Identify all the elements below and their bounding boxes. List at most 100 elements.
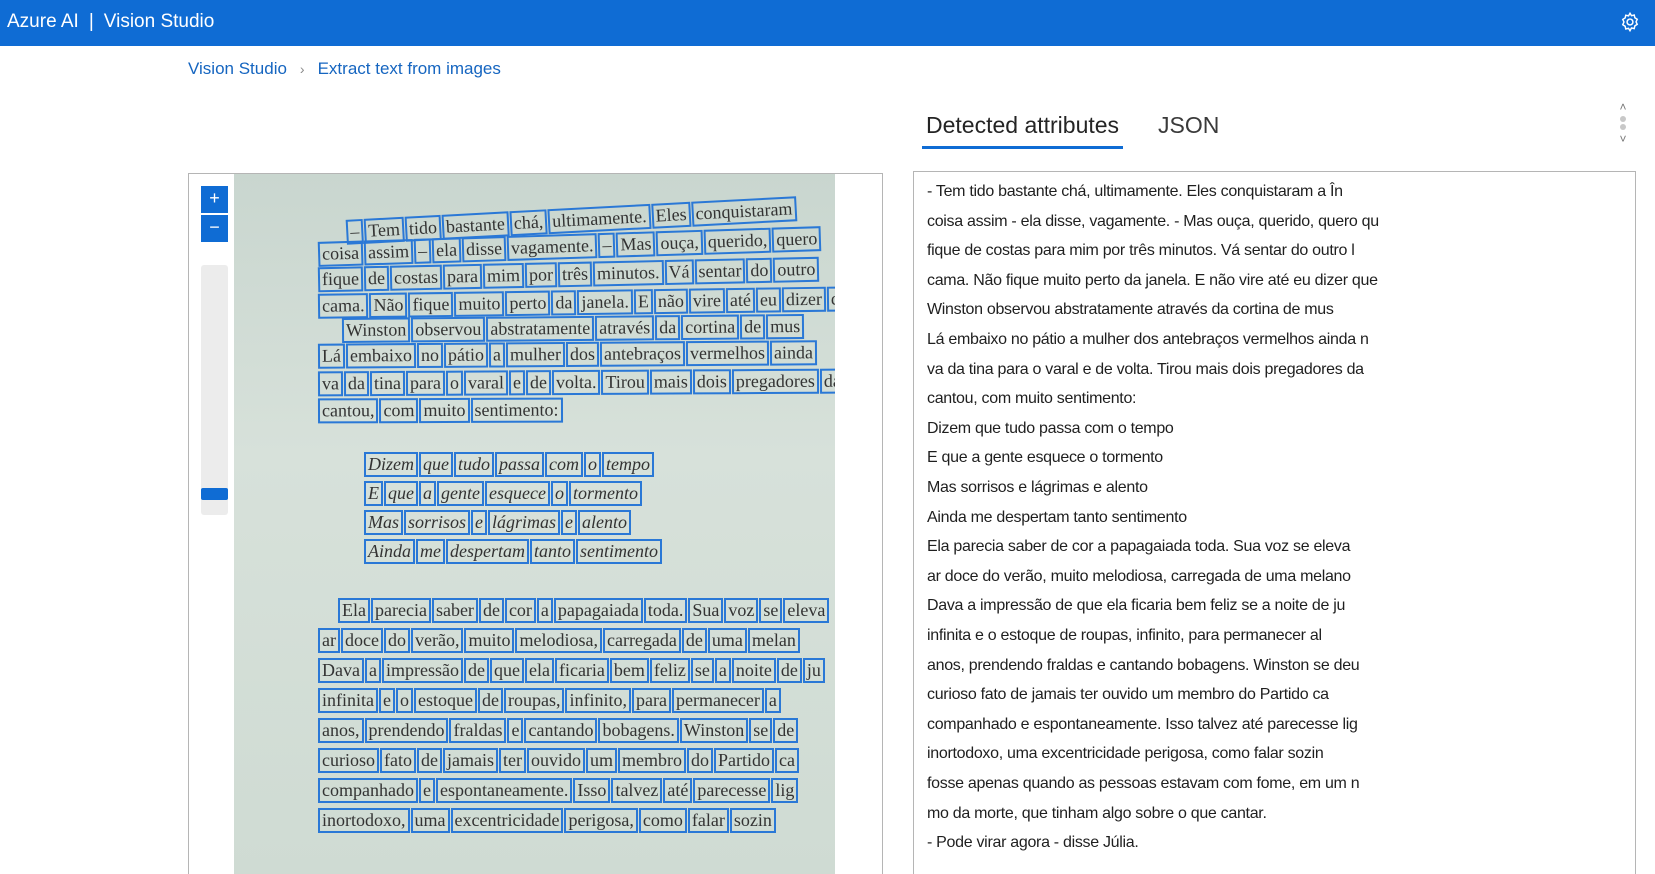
ocr-word-box[interactable]: se xyxy=(690,658,714,683)
ocr-word-box[interactable]: dois xyxy=(692,369,731,395)
ocr-word-box[interactable]: Mas xyxy=(616,231,656,258)
ocr-word-box[interactable]: saber xyxy=(431,598,478,623)
ocr-word-box[interactable]: que xyxy=(826,286,835,312)
ocr-word-box[interactable]: querido, xyxy=(703,227,772,255)
chevron-down-icon[interactable]: ˅ xyxy=(1619,132,1626,146)
ocr-word-box[interactable]: falar xyxy=(687,808,729,833)
ocr-word-box[interactable]: que xyxy=(384,481,418,506)
ocr-word-box[interactable]: Isso xyxy=(573,778,611,803)
ocr-word-box[interactable]: voz xyxy=(724,598,759,623)
ocr-word-box[interactable]: volta. xyxy=(551,369,601,396)
ocr-word-box[interactable]: alento xyxy=(578,510,632,535)
ocr-word-box[interactable]: vire xyxy=(688,288,726,314)
ocr-word-box[interactable]: um xyxy=(585,748,617,773)
ocr-word-box[interactable]: dizer xyxy=(781,286,827,313)
ocr-word-box[interactable]: janela. xyxy=(577,289,634,316)
ocr-word-box[interactable]: que xyxy=(419,452,453,477)
zoom-slider-thumb[interactable] xyxy=(201,488,228,500)
ocr-word-box[interactable]: com xyxy=(545,452,584,477)
ocr-word-box[interactable]: talvez xyxy=(611,778,663,803)
ocr-word-box[interactable]: observou xyxy=(411,316,486,343)
ocr-word-box[interactable]: fique xyxy=(317,266,364,293)
ocr-word-box[interactable]: ter xyxy=(498,748,526,773)
ocr-word-box[interactable]: – xyxy=(598,232,616,259)
ocr-word-box[interactable]: tanto xyxy=(530,539,576,564)
ocr-word-box[interactable]: fique xyxy=(408,291,454,318)
ocr-word-box[interactable]: uma xyxy=(707,628,747,653)
ocr-word-box[interactable]: lig xyxy=(771,778,799,803)
ocr-word-box[interactable]: disse xyxy=(461,236,507,263)
ocr-word-box[interactable]: para xyxy=(405,370,446,396)
ocr-word-box[interactable]: da xyxy=(819,368,835,394)
ocr-word-box[interactable]: permanecer xyxy=(671,688,764,713)
ocr-word-box[interactable]: tina xyxy=(369,370,406,397)
ocr-word-box[interactable]: do xyxy=(746,257,773,284)
ocr-word-box[interactable]: bem xyxy=(609,658,649,683)
ocr-word-box[interactable]: antebraços xyxy=(599,341,686,367)
ocr-word-box[interactable]: chá, xyxy=(509,209,548,237)
ocr-word-box[interactable]: embaixo xyxy=(345,343,417,369)
ocr-word-box[interactable]: lágrimas xyxy=(488,510,561,535)
ocr-word-box[interactable]: dos xyxy=(565,341,600,368)
page-scroll-control[interactable]: ˄ ˅ xyxy=(1616,100,1630,160)
ocr-word-box[interactable]: me xyxy=(416,539,445,564)
ocr-word-box[interactable]: fraldas xyxy=(449,718,507,743)
ocr-word-box[interactable]: de xyxy=(416,748,442,773)
ocr-word-box[interactable]: varal xyxy=(463,370,509,396)
ocr-word-box[interactable]: Mas xyxy=(364,510,403,535)
ocr-word-box[interactable]: muito xyxy=(454,291,505,317)
ocr-word-box[interactable]: ju xyxy=(802,658,825,683)
ocr-word-box[interactable]: e xyxy=(508,370,526,396)
ocr-word-box[interactable]: ela xyxy=(524,658,554,683)
ocr-word-box[interactable]: Partido xyxy=(714,748,774,773)
ocr-word-box[interactable]: de xyxy=(463,658,489,683)
ocr-word-box[interactable]: doce xyxy=(340,628,383,653)
ocr-word-box[interactable]: assim xyxy=(363,238,414,266)
ocr-word-box[interactable]: papagaiada xyxy=(553,598,643,623)
ocr-word-box[interactable]: a xyxy=(419,481,436,506)
ocr-word-box[interactable]: feliz xyxy=(649,658,690,683)
ocr-word-box[interactable]: vermelhos xyxy=(685,340,770,367)
ocr-word-box[interactable]: se xyxy=(759,598,783,623)
ocr-word-box[interactable]: através xyxy=(595,315,655,341)
ocr-word-box[interactable]: cortina xyxy=(681,314,740,341)
ocr-word-box[interactable]: de xyxy=(478,598,504,623)
ocr-word-box[interactable]: despertam xyxy=(446,539,529,564)
ocr-word-box[interactable]: o xyxy=(550,481,568,506)
ocr-word-box[interactable]: cama. xyxy=(317,293,369,319)
ocr-word-box[interactable]: bobagens. xyxy=(598,718,679,743)
ocr-word-box[interactable]: Não xyxy=(369,292,408,319)
ocr-word-box[interactable]: até xyxy=(663,778,693,803)
ocr-word-box[interactable]: E xyxy=(364,481,383,506)
ocr-word-box[interactable]: Ainda xyxy=(364,539,415,564)
ocr-word-box[interactable]: mus xyxy=(766,313,805,340)
ocr-word-box[interactable]: mais xyxy=(649,369,692,395)
ocr-word-box[interactable]: carregada xyxy=(602,628,681,653)
ocr-word-box[interactable]: cor xyxy=(504,598,536,623)
ocr-word-box[interactable]: Vá xyxy=(664,259,694,286)
ocr-word-box[interactable]: ar xyxy=(318,628,340,653)
ocr-word-box[interactable]: ca xyxy=(775,748,799,773)
ocr-word-box[interactable]: conquistaram xyxy=(690,196,798,227)
ocr-word-box[interactable]: gente xyxy=(437,481,484,506)
ocr-word-box[interactable]: da xyxy=(343,371,370,397)
ocr-word-box[interactable]: o xyxy=(396,688,413,713)
ocr-word-box[interactable]: perigosa, xyxy=(564,808,638,833)
ocr-word-box[interactable]: vagamente. xyxy=(506,233,598,261)
ocr-word-box[interactable]: – xyxy=(413,238,432,264)
ocr-word-box[interactable]: membro xyxy=(618,748,686,773)
ocr-word-box[interactable]: sentimento: xyxy=(470,397,563,423)
ocr-word-box[interactable]: cantando xyxy=(524,718,598,743)
ocr-word-box[interactable]: três xyxy=(557,261,593,288)
ocr-word-box[interactable]: parecia xyxy=(371,598,431,623)
ocr-word-box[interactable]: de xyxy=(477,688,503,713)
ocr-word-box[interactable]: outro xyxy=(773,256,820,283)
ocr-word-box[interactable]: melodiosa, xyxy=(515,628,602,653)
ocr-word-box[interactable]: impressão xyxy=(381,658,463,683)
ocr-word-box[interactable]: quero xyxy=(771,226,822,253)
ocr-word-box[interactable]: Tirou xyxy=(601,369,649,395)
ocr-word-box[interactable]: e xyxy=(561,510,578,535)
ocr-word-box[interactable]: infinito, xyxy=(565,688,631,713)
ocr-word-box[interactable]: ultimamente. xyxy=(547,203,652,235)
ocr-word-box[interactable]: pátio xyxy=(443,342,489,368)
